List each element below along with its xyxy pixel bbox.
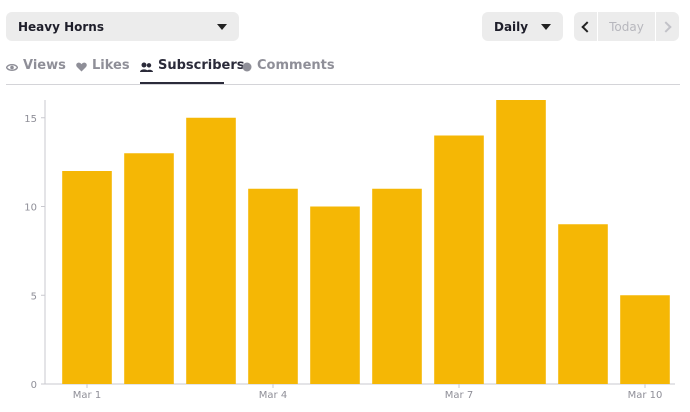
tab-comments-label: Comments [257,58,335,73]
previous-period-button[interactable] [574,12,597,41]
y-tick-label: 0 [31,380,37,391]
eye-icon [5,61,19,76]
tab-likes-label: Likes [92,58,130,73]
y-tick-label: 5 [31,291,37,302]
tab-subscribers-label: Subscribers [158,58,245,73]
bar-mar-10 [620,295,670,384]
period-select-label: Daily [494,19,529,34]
bar-mar-5 [310,206,360,384]
next-period-button[interactable] [656,12,679,41]
bar-mar-4 [248,188,298,384]
comment-icon [242,61,252,76]
channel-select-label: Heavy Horns [18,19,104,34]
chevron-right-icon [660,20,672,33]
tab-views[interactable]: Views [5,58,66,84]
tab-subscribers[interactable]: Subscribers [140,58,245,84]
chevron-down-icon [541,23,551,30]
heart-icon [76,61,87,76]
x-tick-label: Mar 10 [628,390,663,401]
bar-mar-8 [496,100,546,384]
x-tick-label: Mar 7 [445,390,473,401]
x-tick-label: Mar 4 [259,390,287,401]
bar-mar-6 [372,188,422,384]
tabs-divider [6,84,680,85]
chevron-down-icon [217,23,227,30]
today-button[interactable]: Today [597,12,656,41]
subscribers-chart: 0 5 10 15 Mar 1 Mar 4 Mar 7 Mar 10 [24,100,675,401]
y-tick-label: 10 [24,203,37,214]
tab-views-label: Views [23,58,66,73]
bar-mar-9 [558,224,608,384]
tab-likes[interactable]: Likes [76,58,130,84]
x-tick-label: Mar 1 [73,390,101,401]
bar-mar-7 [434,135,484,384]
y-tick-label: 15 [24,114,37,125]
users-icon [140,61,153,76]
bar-mar-3 [186,117,236,384]
tab-comments[interactable]: Comments [242,58,335,84]
chevron-left-icon [581,20,593,33]
period-select[interactable]: Daily [482,12,563,41]
bar-mar-1 [62,171,112,384]
bar-mar-2 [124,153,174,384]
date-pager: Today [574,12,679,41]
channel-select[interactable]: Heavy Horns [6,12,239,41]
